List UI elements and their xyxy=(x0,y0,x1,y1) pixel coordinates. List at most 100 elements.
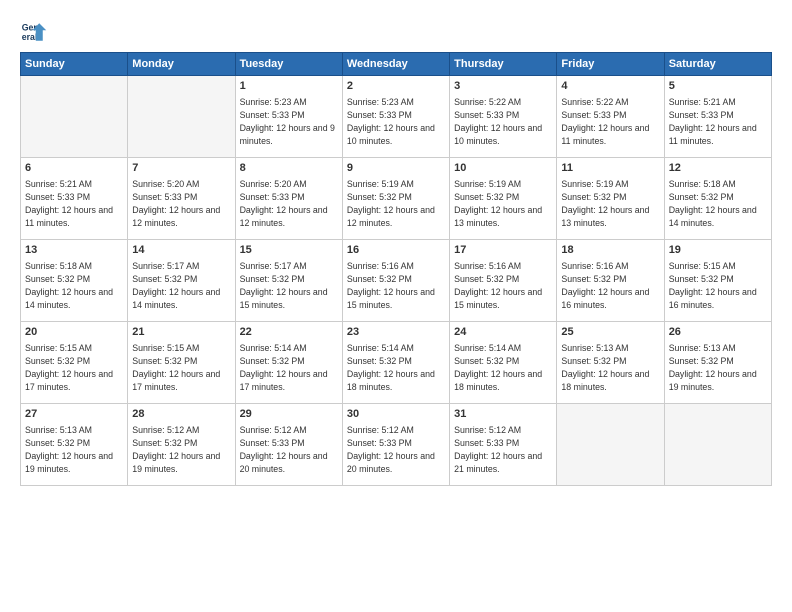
day-number: 11 xyxy=(561,161,659,176)
daylight-text: Daylight: 12 hours and 10 minutes. xyxy=(347,123,435,146)
day-number: 8 xyxy=(240,161,338,176)
day-cell: 14Sunrise: 5:17 AMSunset: 5:32 PMDayligh… xyxy=(128,240,235,322)
week-row-4: 20Sunrise: 5:15 AMSunset: 5:32 PMDayligh… xyxy=(21,322,772,404)
sunrise-text: Sunrise: 5:14 AM xyxy=(240,343,307,353)
day-number: 22 xyxy=(240,325,338,340)
week-row-1: 1Sunrise: 5:23 AMSunset: 5:33 PMDaylight… xyxy=(21,76,772,158)
day-number: 21 xyxy=(132,325,230,340)
day-info: Sunrise: 5:18 AMSunset: 5:32 PMDaylight:… xyxy=(669,178,767,229)
day-cell: 17 Sunrise: 5:16 AMSunset: 5:32 PMDayligh… xyxy=(450,240,557,322)
sunrise-text: Sunrise: 5:20 AM xyxy=(240,179,307,189)
day-number: 3 xyxy=(454,79,552,94)
daylight-text: Daylight: 12 hours and 14 minutes. xyxy=(25,287,113,310)
day-number: 25 xyxy=(561,325,659,340)
sunset-text: Sunset: 5:32 PM xyxy=(454,356,519,366)
day-cell: 15Sunrise: 5:17 AMSunset: 5:32 PMDayligh… xyxy=(235,240,342,322)
daylight-text: Daylight: 12 hours and 15 minutes. xyxy=(240,287,328,310)
day-info: Sunrise: 5:14 AM Sunset: 5:32 PM Daylight:… xyxy=(240,342,338,393)
day-number: 6 xyxy=(25,161,123,176)
calendar-table: SundayMondayTuesdayWednesdayThursdayFrid… xyxy=(20,52,772,486)
sunset-text: Sunset: 5:33 PM xyxy=(25,192,90,202)
day-info: Sunrise: 5:13 AMSunset: 5:32 PMDaylight:… xyxy=(561,342,659,393)
day-info: Sunrise: 5:12 AMSunset: 5:32 PMDaylight:… xyxy=(132,424,230,475)
header-day-monday: Monday xyxy=(128,53,235,76)
day-cell: 21 Sunrise: 5:15 AM Sunset: 5:32 PM Dayligh… xyxy=(128,322,235,404)
logo-icon: Gen eral xyxy=(20,18,48,46)
daylight-text: Daylight: 12 hours and 12 minutes. xyxy=(240,205,328,228)
day-cell: 8Sunrise: 5:20 AMSunset: 5:33 PMDaylight… xyxy=(235,158,342,240)
day-number: 17 xyxy=(454,243,552,258)
day-info: Sunrise: 5:16 AMSunset: 5:32 PMDaylight:… xyxy=(561,260,659,311)
day-number: 4 xyxy=(561,79,659,94)
sunrise-text: Sunrise: 5:22 AM xyxy=(454,97,521,107)
day-cell: 18Sunrise: 5:16 AMSunset: 5:32 PMDayligh… xyxy=(557,240,664,322)
day-info: Sunrise: 5:16 AMSunset: 5:32 PMDaylight:… xyxy=(454,260,552,311)
day-info: Sunrise: 5:16 AMSunset: 5:32 PMDaylight:… xyxy=(347,260,445,311)
day-number: 30 xyxy=(347,407,445,422)
sunset-text: Sunset: 5:32 PM xyxy=(132,438,197,448)
sunset-text: Sunset: 5:32 PM xyxy=(347,356,412,366)
daylight-text: Daylight: 12 hours and 19 minutes. xyxy=(25,451,113,474)
day-cell: 3Sunrise: 5:22 AMSunset: 5:33 PMDaylight… xyxy=(450,76,557,158)
sunrise-text: Sunrise: 5:23 AM xyxy=(347,97,414,107)
daylight-text: Daylight: 12 hours and 13 minutes. xyxy=(561,205,649,228)
day-cell xyxy=(21,76,128,158)
day-info: Sunrise: 5:21 AMSunset: 5:33 PMDaylight:… xyxy=(669,96,767,147)
day-info: Sunrise: 5:15 AMSunset: 5:32 PMDaylight:… xyxy=(669,260,767,311)
sunset-text: Sunset: 5:32 PM xyxy=(240,274,305,284)
day-cell xyxy=(557,404,664,486)
day-number: 1 xyxy=(240,79,338,94)
sunrise-text: Sunrise: 5:19 AM xyxy=(561,179,628,189)
header-day-saturday: Saturday xyxy=(664,53,771,76)
daylight-text: Daylight: 12 hours and 17 minutes. xyxy=(240,369,328,392)
daylight-text: Daylight: 12 hours and 19 minutes. xyxy=(669,369,757,392)
sunset-text: Sunset: 5:32 PM xyxy=(561,274,626,284)
sunset-text: Sunset: 5:32 PM xyxy=(561,356,626,366)
daylight-text: Daylight: 12 hours and 15 minutes. xyxy=(454,287,542,310)
sunset-text: Sunset: 5:32 PM xyxy=(240,356,305,366)
day-cell: 22 Sunrise: 5:14 AM Sunset: 5:32 PM Dayligh… xyxy=(235,322,342,404)
day-number: 23 xyxy=(347,325,445,340)
sunset-text: Sunset: 5:33 PM xyxy=(669,110,734,120)
day-number: 5 xyxy=(669,79,767,94)
day-cell: 2Sunrise: 5:23 AMSunset: 5:33 PMDaylight… xyxy=(342,76,449,158)
logo: Gen eral xyxy=(20,18,52,46)
day-cell: 28Sunrise: 5:12 AMSunset: 5:32 PMDayligh… xyxy=(128,404,235,486)
daylight-text: Daylight: 12 hours and 18 minutes. xyxy=(561,369,649,392)
calendar-header: SundayMondayTuesdayWednesdayThursdayFrid… xyxy=(21,53,772,76)
sunset-text: Sunset: 5:33 PM xyxy=(454,110,519,120)
day-cell: 29Sunrise: 5:12 AMSunset: 5:33 PMDayligh… xyxy=(235,404,342,486)
daylight-text: Daylight: 12 hours and 17 minutes. xyxy=(132,369,220,392)
day-cell: 23Sunrise: 5:14 AMSunset: 5:32 PMDayligh… xyxy=(342,322,449,404)
svg-text:eral: eral xyxy=(22,32,38,42)
sunset-text: Sunset: 5:32 PM xyxy=(132,356,197,366)
day-info: Sunrise: 5:19 AMSunset: 5:32 PMDaylight:… xyxy=(454,178,552,229)
day-number: 29 xyxy=(240,407,338,422)
sunset-text: Sunset: 5:32 PM xyxy=(561,192,626,202)
day-info: Sunrise: 5:18 AMSunset: 5:32 PMDaylight:… xyxy=(25,260,123,311)
sunrise-text: Sunrise: 5:15 AM xyxy=(669,261,736,271)
day-info: Sunrise: 5:15 AMSunset: 5:32 PMDaylight:… xyxy=(25,342,123,393)
day-number: 26 xyxy=(669,325,767,340)
sunrise-text: Sunrise: 5:21 AM xyxy=(669,97,736,107)
day-number: 9 xyxy=(347,161,445,176)
day-cell: 13 Sunrise: 5:18 AMSunset: 5:32 PMDayligh… xyxy=(21,240,128,322)
day-cell: 19Sunrise: 5:15 AMSunset: 5:32 PMDayligh… xyxy=(664,240,771,322)
day-info: Sunrise: 5:23 AMSunset: 5:33 PMDaylight:… xyxy=(347,96,445,147)
daylight-text: Daylight: 12 hours and 21 minutes. xyxy=(454,451,542,474)
day-info: Sunrise: 5:15 AM Sunset: 5:32 PM Daylight:… xyxy=(132,342,230,393)
sunrise-text: Sunrise: 5:15 AM xyxy=(132,343,199,353)
sunset-text: Sunset: 5:32 PM xyxy=(25,274,90,284)
header-day-sunday: Sunday xyxy=(21,53,128,76)
sunrise-text: Sunrise: 5:15 AM xyxy=(25,343,92,353)
daylight-text: Daylight: 12 hours and 13 minutes. xyxy=(454,205,542,228)
daylight-text: Daylight: 12 hours and 17 minutes. xyxy=(25,369,113,392)
day-number: 13 xyxy=(25,243,123,258)
calendar-page: Gen eral SundayMondayTuesdayWednesdayThu… xyxy=(0,0,792,612)
sunset-text: Sunset: 5:33 PM xyxy=(561,110,626,120)
sunrise-text: Sunrise: 5:13 AM xyxy=(669,343,736,353)
sunrise-text: Sunrise: 5:12 AM xyxy=(240,425,307,435)
day-cell: 12Sunrise: 5:18 AMSunset: 5:32 PMDayligh… xyxy=(664,158,771,240)
day-info: Sunrise: 5:13 AMSunset: 5:32 PMDaylight:… xyxy=(25,424,123,475)
header-day-friday: Friday xyxy=(557,53,664,76)
